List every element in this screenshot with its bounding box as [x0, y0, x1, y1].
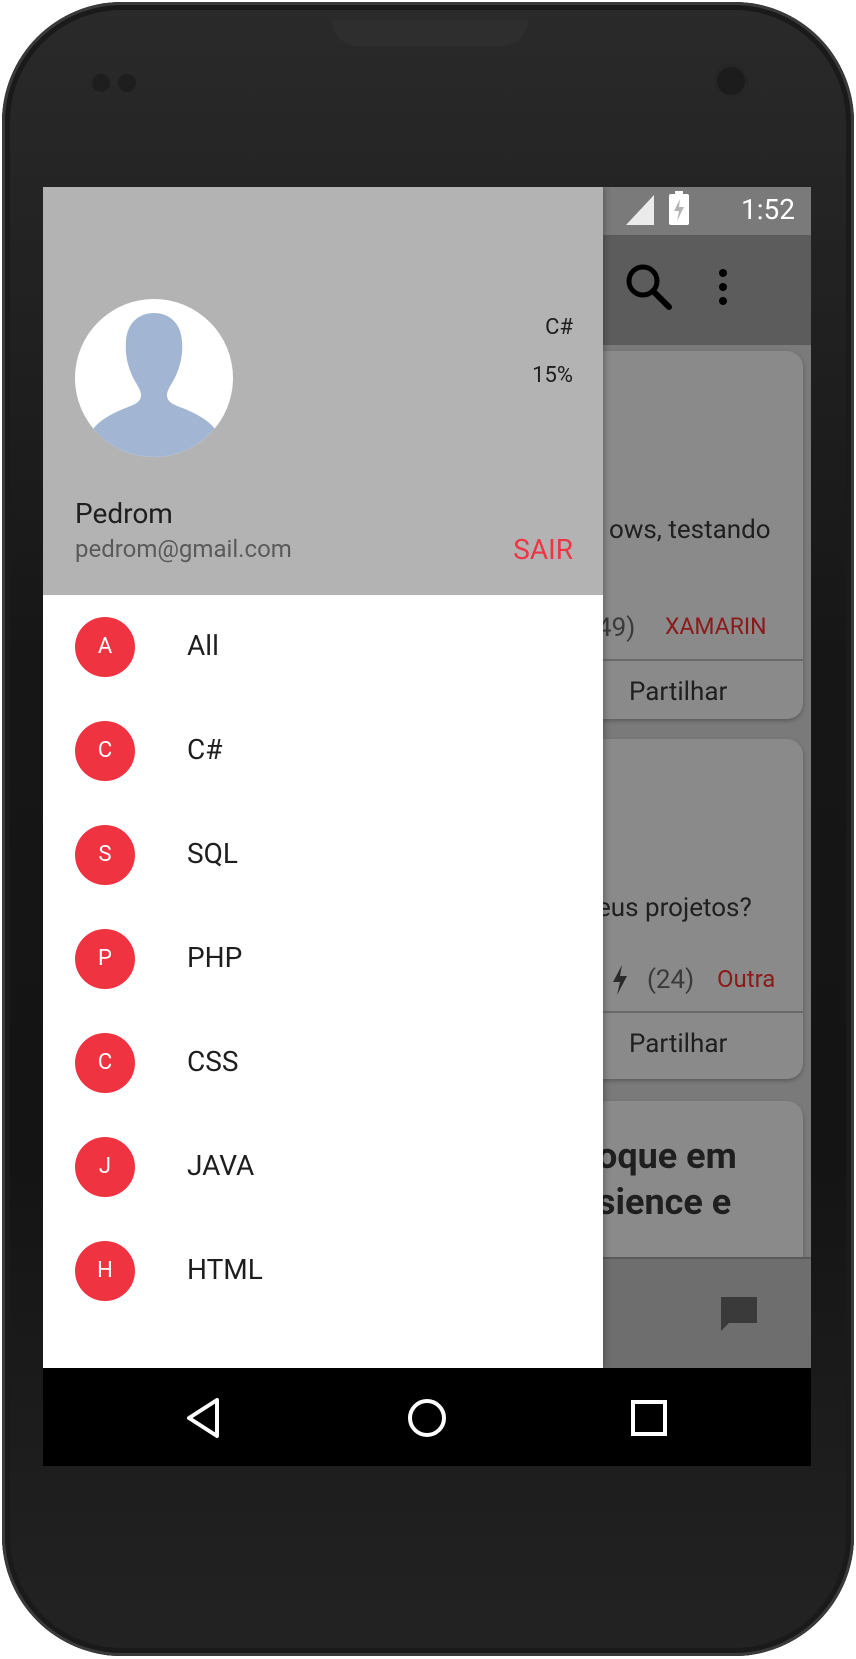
front-camera	[714, 64, 748, 98]
navigation-drawer: C# 15% Pedrom pedrom@gmail.com SAIR A Al…	[43, 187, 603, 1368]
menu-item-label: SQL	[187, 837, 238, 870]
avatar[interactable]	[75, 299, 233, 457]
menu-item-avatar: C	[75, 1033, 135, 1093]
user-name: Pedrom	[75, 497, 173, 530]
menu-item-avatar: A	[75, 617, 135, 677]
menu-item-label: C#	[187, 733, 223, 766]
user-silhouette-icon	[93, 313, 215, 457]
menu-item-sql[interactable]: S SQL	[43, 803, 603, 907]
menu-item-label: PHP	[187, 941, 243, 974]
menu-item-css[interactable]: C CSS	[43, 1011, 603, 1115]
menu-item-avatar: C	[75, 721, 135, 781]
question-title: oque em	[597, 1135, 737, 1177]
menu-item-html[interactable]: H HTML	[43, 1219, 603, 1323]
clock: 1:52	[741, 193, 795, 226]
question-text: eus projetos?	[597, 893, 752, 923]
menu-item-label: JAVA	[187, 1149, 255, 1182]
search-icon[interactable]	[623, 261, 675, 313]
flash-icon	[613, 965, 627, 995]
menu-item-csharp[interactable]: C C#	[43, 699, 603, 803]
drawer-header: C# 15% Pedrom pedrom@gmail.com SAIR	[43, 187, 603, 595]
chat-icon[interactable]	[719, 1295, 759, 1333]
vote-count: (24)	[647, 965, 695, 995]
menu-item-label: All	[187, 629, 219, 662]
question-title: sience e	[597, 1181, 732, 1223]
menu-item-label: CSS	[187, 1045, 239, 1078]
menu-item-avatar: P	[75, 929, 135, 989]
light-sensor	[118, 74, 136, 92]
tag-label[interactable]: Outra	[717, 965, 775, 993]
menu-item-avatar: H	[75, 1241, 135, 1301]
menu-item-label: HTML	[187, 1253, 263, 1286]
menu-item-all[interactable]: A All	[43, 595, 603, 699]
menu-item-avatar: S	[75, 825, 135, 885]
battery-charging-icon	[669, 191, 689, 225]
home-icon[interactable]	[399, 1390, 455, 1446]
menu-item-java[interactable]: J JAVA	[43, 1115, 603, 1219]
back-icon[interactable]	[177, 1390, 233, 1446]
signal-icon	[626, 195, 654, 225]
earpiece-speaker	[332, 20, 528, 46]
menu-item-avatar: J	[75, 1137, 135, 1197]
proximity-sensor	[92, 74, 110, 92]
menu-item-php[interactable]: P PHP	[43, 907, 603, 1011]
current-language: C#	[545, 315, 573, 340]
more-options-icon[interactable]	[715, 267, 731, 313]
share-button[interactable]: Partilhar	[629, 1029, 727, 1059]
logout-button[interactable]: SAIR	[513, 533, 573, 566]
device-screen: ows, testando 49) XAMARIN Partilhar eus …	[43, 187, 811, 1466]
share-button[interactable]: Partilhar	[629, 677, 727, 707]
status-bar: 1:52	[43, 187, 811, 235]
system-navigation-bar	[43, 1368, 811, 1466]
tag-label[interactable]: XAMARIN	[665, 613, 767, 640]
progress-percent: 15%	[532, 363, 573, 388]
question-text: ows, testando	[609, 515, 771, 545]
user-email: pedrom@gmail.com	[75, 535, 292, 563]
recent-apps-icon[interactable]	[621, 1390, 677, 1446]
